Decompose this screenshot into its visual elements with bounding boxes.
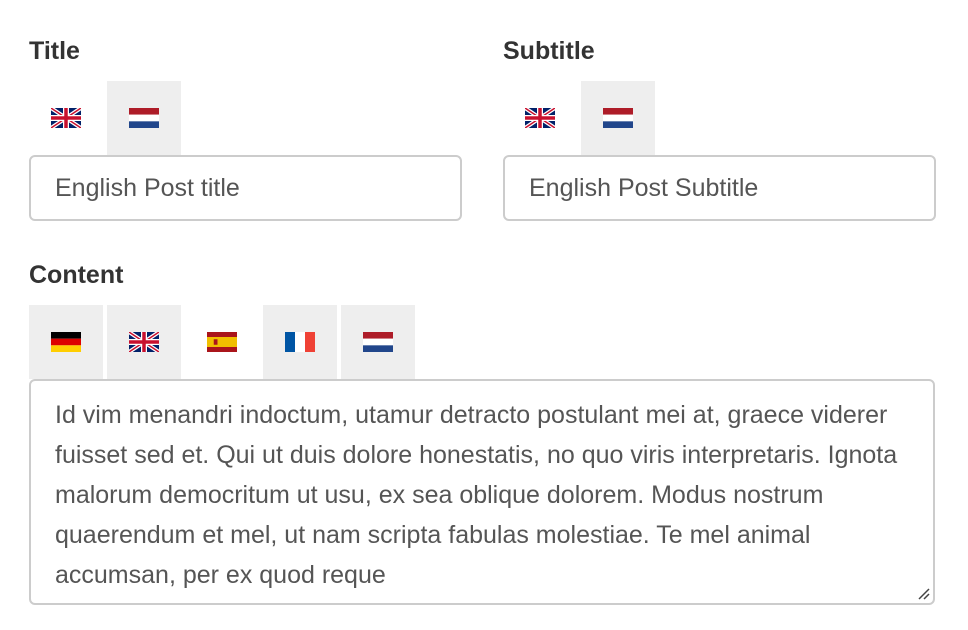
subtitle-tab-nl[interactable] xyxy=(581,81,655,155)
content-tab-es[interactable] xyxy=(185,305,259,379)
resize-grip-icon[interactable] xyxy=(916,586,930,600)
title-tab-nl[interactable] xyxy=(107,81,181,155)
content-text: Id vim menandri indoctum, utamur detract… xyxy=(55,401,898,589)
uk-flag-icon xyxy=(129,332,159,352)
title-field: Title English Post title xyxy=(29,36,462,221)
title-input[interactable]: English Post title xyxy=(29,155,462,221)
content-tab-en[interactable] xyxy=(107,305,181,379)
uk-flag-icon xyxy=(51,108,81,128)
content-language-tabs xyxy=(29,305,935,379)
es-flag-icon xyxy=(207,332,237,352)
content-field: Content Id vim menandri indoctum, utamur… xyxy=(29,260,935,605)
subtitle-input[interactable]: English Post Subtitle xyxy=(503,155,936,221)
content-textarea[interactable]: Id vim menandri indoctum, utamur detract… xyxy=(29,379,935,605)
subtitle-label: Subtitle xyxy=(503,37,595,65)
title-language-tabs xyxy=(29,81,462,155)
nl-flag-icon xyxy=(363,332,393,352)
nl-flag-icon xyxy=(603,108,633,128)
content-tab-nl[interactable] xyxy=(341,305,415,379)
content-label: Content xyxy=(29,261,124,289)
title-label: Title xyxy=(29,37,80,65)
nl-flag-icon xyxy=(129,108,159,128)
content-tab-de[interactable] xyxy=(29,305,103,379)
de-flag-icon xyxy=(51,332,81,352)
subtitle-language-tabs xyxy=(503,81,936,155)
fr-flag-icon xyxy=(285,332,315,352)
uk-flag-icon xyxy=(525,108,555,128)
subtitle-tab-en[interactable] xyxy=(503,81,577,155)
content-tab-fr[interactable] xyxy=(263,305,337,379)
title-tab-en[interactable] xyxy=(29,81,103,155)
subtitle-field: Subtitle English Post Subtitle xyxy=(503,36,936,221)
